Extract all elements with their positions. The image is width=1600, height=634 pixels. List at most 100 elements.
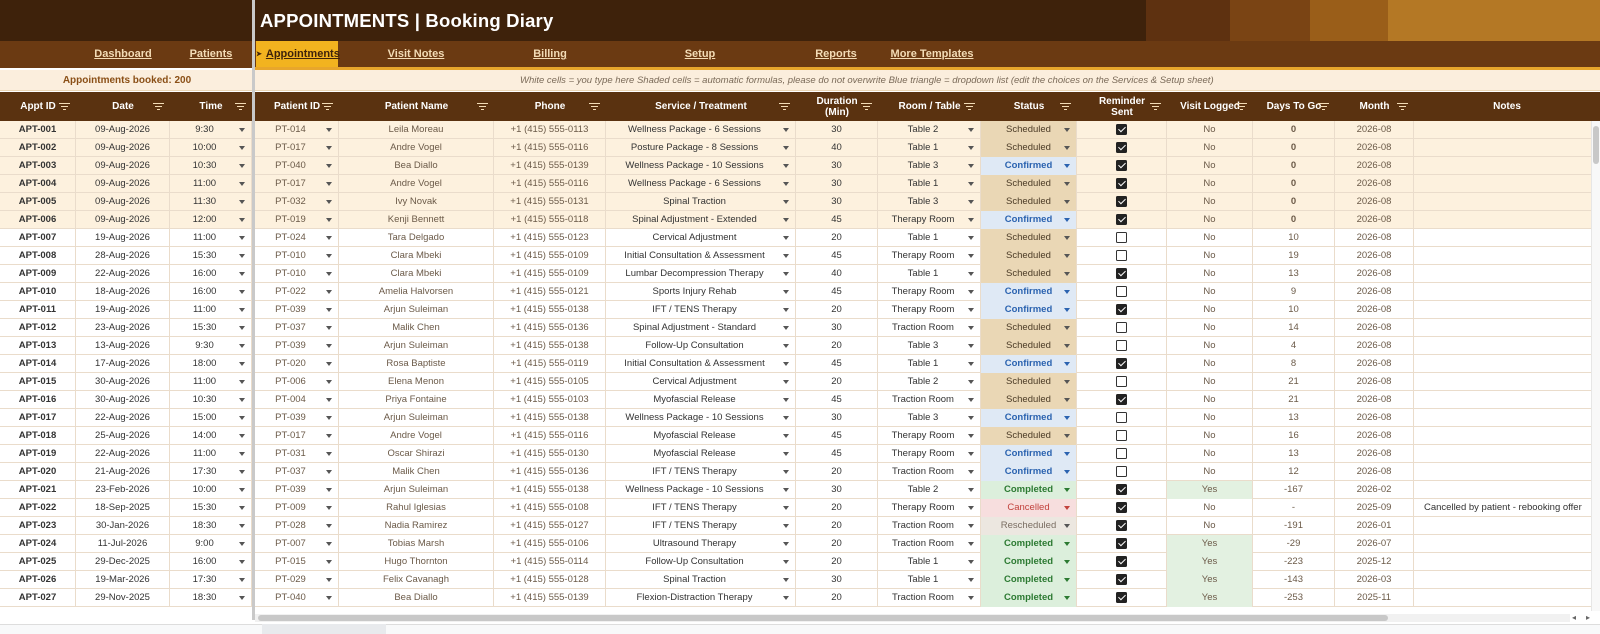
cell-status[interactable]: Confirmed	[981, 355, 1077, 373]
dropdown-caret-icon[interactable]	[968, 254, 974, 258]
cell-date[interactable]: 09-Aug-2026	[76, 157, 170, 175]
dropdown-caret-icon[interactable]	[239, 596, 245, 600]
cell-phone[interactable]: +1 (415) 555-0105	[494, 373, 606, 391]
dropdown-caret-icon[interactable]	[1064, 344, 1070, 348]
cell-notes[interactable]	[1414, 571, 1600, 589]
cell-date[interactable]: 30-Jan-2026	[76, 517, 170, 535]
header-reminder[interactable]: Reminder Sent	[1077, 92, 1167, 121]
dropdown-caret-icon[interactable]	[968, 452, 974, 456]
header-name[interactable]: Patient Name	[339, 92, 494, 121]
cell-logged[interactable]: No	[1167, 319, 1253, 337]
cell-date[interactable]: 21-Aug-2026	[76, 463, 170, 481]
cell-name[interactable]: Malik Chen	[339, 319, 494, 337]
cell-service[interactable]: Spinal Traction	[606, 571, 796, 589]
cell-date[interactable]: 22-Aug-2026	[76, 265, 170, 283]
cell-days[interactable]: 10	[1253, 301, 1335, 319]
reminder-checkbox[interactable]	[1116, 268, 1127, 279]
cell-id[interactable]: APT-010	[0, 283, 76, 301]
cell-status[interactable]: Scheduled	[981, 139, 1077, 157]
dropdown-caret-icon[interactable]	[326, 344, 332, 348]
cell-dur[interactable]: 30	[796, 193, 878, 211]
cell-date[interactable]: 29-Nov-2025	[76, 589, 170, 607]
cell-dur[interactable]: 45	[796, 427, 878, 445]
dropdown-caret-icon[interactable]	[968, 362, 974, 366]
cell-date[interactable]: 19-Aug-2026	[76, 301, 170, 319]
cell-status[interactable]: Cancelled	[981, 499, 1077, 517]
cell-service[interactable]: Follow-Up Consultation	[606, 337, 796, 355]
cell-service[interactable]: Myofascial Release	[606, 427, 796, 445]
cell-days[interactable]: 16	[1253, 427, 1335, 445]
cell-pid[interactable]: PT-024	[255, 229, 339, 247]
cell-id[interactable]: APT-020	[0, 463, 76, 481]
dropdown-caret-icon[interactable]	[783, 218, 789, 222]
cell-room[interactable]: Table 1	[878, 175, 981, 193]
cell-time[interactable]: 11:00	[170, 229, 252, 247]
dropdown-caret-icon[interactable]	[968, 596, 974, 600]
cell-time[interactable]: 18:30	[170, 589, 252, 607]
cell-time[interactable]: 9:30	[170, 121, 252, 139]
cell-phone[interactable]: +1 (415) 555-0109	[494, 265, 606, 283]
cell-logged[interactable]: No	[1167, 409, 1253, 427]
cell-name[interactable]: Hugo Thornton	[339, 553, 494, 571]
dropdown-caret-icon[interactable]	[239, 488, 245, 492]
cell-pid[interactable]: PT-020	[255, 355, 339, 373]
dropdown-caret-icon[interactable]	[239, 380, 245, 384]
dropdown-caret-icon[interactable]	[326, 596, 332, 600]
reminder-checkbox[interactable]	[1116, 484, 1127, 495]
dropdown-caret-icon[interactable]	[1064, 560, 1070, 564]
cell-name[interactable]: Amelia Halvorsen	[339, 283, 494, 301]
cell-days[interactable]: 10	[1253, 229, 1335, 247]
cell-time[interactable]: 11:00	[170, 175, 252, 193]
reminder-checkbox[interactable]	[1116, 286, 1127, 297]
cell-name[interactable]: Malik Chen	[339, 463, 494, 481]
dropdown-caret-icon[interactable]	[968, 182, 974, 186]
cell-phone[interactable]: +1 (415) 555-0123	[494, 229, 606, 247]
cell-days[interactable]: 8	[1253, 355, 1335, 373]
cell-reminder[interactable]	[1077, 373, 1167, 391]
dropdown-caret-icon[interactable]	[326, 272, 332, 276]
cell-dur[interactable]: 20	[796, 553, 878, 571]
frozen-column-divider[interactable]	[252, 0, 255, 620]
dropdown-caret-icon[interactable]	[326, 308, 332, 312]
cell-reminder[interactable]	[1077, 391, 1167, 409]
cell-name[interactable]: Arjun Suleiman	[339, 301, 494, 319]
cell-notes[interactable]	[1414, 355, 1600, 373]
cell-room[interactable]: Therapy Room	[878, 445, 981, 463]
cell-service[interactable]: Myofascial Release	[606, 391, 796, 409]
cell-dur[interactable]: 30	[796, 409, 878, 427]
dropdown-caret-icon[interactable]	[783, 362, 789, 366]
cell-month[interactable]: 2025-11	[1335, 589, 1414, 607]
header-logged[interactable]: Visit Logged	[1167, 92, 1253, 121]
reminder-checkbox[interactable]	[1116, 520, 1127, 531]
cell-reminder[interactable]	[1077, 427, 1167, 445]
cell-logged[interactable]: No	[1167, 193, 1253, 211]
filter-icon[interactable]	[1397, 103, 1408, 111]
cell-days[interactable]: -29	[1253, 535, 1335, 553]
cell-notes[interactable]	[1414, 373, 1600, 391]
cell-phone[interactable]: +1 (415) 555-0116	[494, 427, 606, 445]
cell-month[interactable]: 2026-08	[1335, 121, 1414, 139]
sheet-tab-active[interactable]	[262, 624, 386, 634]
horizontal-scroll-thumb[interactable]	[258, 615, 1388, 621]
dropdown-caret-icon[interactable]	[968, 380, 974, 384]
cell-days[interactable]: -191	[1253, 517, 1335, 535]
dropdown-caret-icon[interactable]	[783, 326, 789, 330]
cell-service[interactable]: Myofascial Release	[606, 445, 796, 463]
dropdown-caret-icon[interactable]	[783, 128, 789, 132]
dropdown-caret-icon[interactable]	[968, 164, 974, 168]
cell-month[interactable]: 2026-08	[1335, 355, 1414, 373]
cell-dur[interactable]: 20	[796, 337, 878, 355]
cell-notes[interactable]	[1414, 139, 1600, 157]
cell-dur[interactable]: 30	[796, 175, 878, 193]
dropdown-caret-icon[interactable]	[1064, 326, 1070, 330]
dropdown-caret-icon[interactable]	[326, 290, 332, 294]
cell-notes[interactable]	[1414, 157, 1600, 175]
cell-reminder[interactable]	[1077, 463, 1167, 481]
cell-pid[interactable]: PT-007	[255, 535, 339, 553]
dropdown-caret-icon[interactable]	[239, 506, 245, 510]
dropdown-caret-icon[interactable]	[326, 578, 332, 582]
cell-dur[interactable]: 20	[796, 589, 878, 607]
cell-status[interactable]: Scheduled	[981, 175, 1077, 193]
cell-logged[interactable]: No	[1167, 463, 1253, 481]
cell-reminder[interactable]	[1077, 301, 1167, 319]
